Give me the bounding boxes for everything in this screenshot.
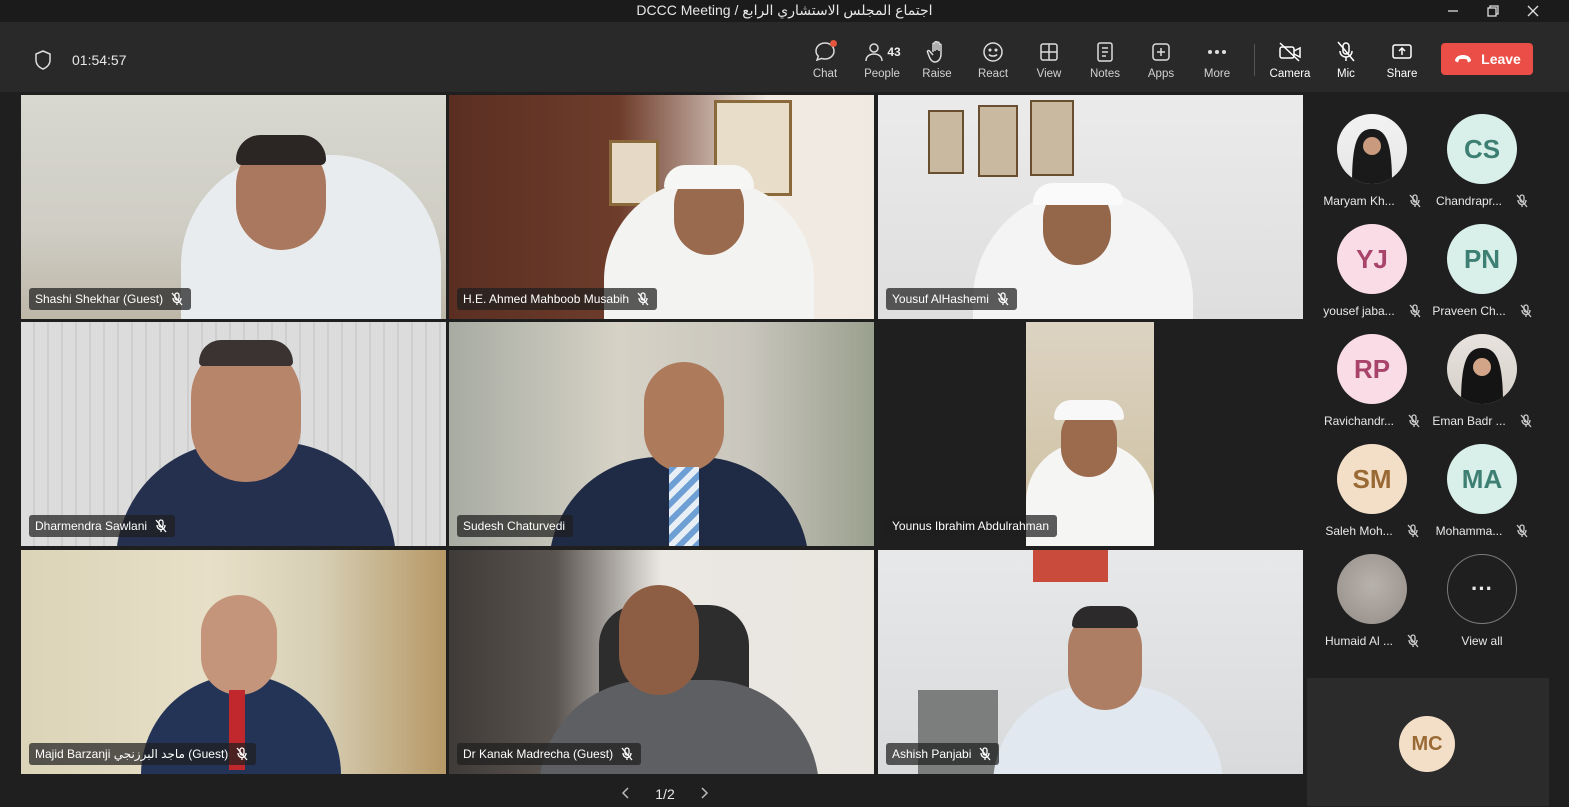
next-page-button[interactable] [700, 786, 710, 803]
video-tile[interactable]: H.E. Ahmed Mahboob Musabih [449, 95, 874, 319]
mic-muted-icon [236, 747, 248, 761]
avatar: MA [1447, 444, 1517, 514]
mic-muted-icon [1409, 194, 1421, 208]
avatar: RP [1337, 334, 1407, 404]
more-button[interactable]: More [1191, 38, 1243, 86]
restore-icon[interactable] [1473, 0, 1513, 22]
minimize-icon[interactable] [1433, 0, 1473, 22]
video-tile[interactable]: Shashi Shekhar (Guest) [21, 95, 446, 319]
camera-button[interactable]: Camera [1264, 38, 1316, 86]
people-count: 43 [887, 45, 901, 59]
self-video-preview: MC [1307, 678, 1549, 806]
mic-muted-icon [621, 747, 633, 761]
avatar [1337, 114, 1407, 184]
mic-muted-icon [155, 519, 167, 533]
page-navigator: 1/2 [620, 784, 710, 804]
roster-participant[interactable]: YJ yousef jaba... [1317, 224, 1427, 328]
participant-name-tag: Ashish Panjabi [886, 743, 1000, 765]
mic-muted-icon [1407, 634, 1419, 648]
participant-name-tag: Shashi Shekhar (Guest) [29, 288, 192, 310]
roster-participant[interactable]: SM Saleh Moh... [1317, 444, 1427, 548]
toolbar-divider [1254, 44, 1255, 76]
chevron-left-icon [621, 786, 629, 799]
mic-muted-icon [1516, 194, 1528, 208]
smiley-icon [983, 42, 1003, 62]
avatar: CS [1447, 114, 1517, 184]
video-tile[interactable]: Dharmendra Sawlani [21, 322, 446, 546]
meeting-timer: 01:54:57 [72, 52, 127, 68]
share-button[interactable]: Share [1376, 38, 1428, 86]
mic-off-icon [1337, 41, 1355, 62]
view-button[interactable]: View [1023, 38, 1075, 86]
roster-participant[interactable]: PN Praveen Ch... [1427, 224, 1537, 328]
avatar: PN [1447, 224, 1517, 294]
ellipsis-icon: ··· [1447, 554, 1517, 624]
avatar [1447, 334, 1517, 404]
avatar [1337, 554, 1407, 624]
video-tile[interactable]: Yousuf AlHashemi [878, 95, 1303, 319]
participant-name-tag: Dharmendra Sawlani [29, 515, 176, 537]
mic-muted-icon [637, 292, 649, 306]
chat-button[interactable]: Chat [799, 38, 851, 86]
share-screen-icon [1392, 44, 1412, 59]
roster-participant[interactable]: MA Mohamma... [1427, 444, 1537, 548]
mic-muted-icon [979, 747, 991, 761]
shield-icon[interactable] [34, 50, 52, 75]
avatar: YJ [1337, 224, 1407, 294]
video-tile[interactable]: Majid Barzanji ماجد البرزنجي (Guest) [21, 550, 446, 774]
self-avatar: MC [1399, 716, 1455, 772]
mic-muted-icon [1408, 414, 1420, 428]
participant-name-tag: Majid Barzanji ماجد البرزنجي (Guest) [29, 743, 257, 765]
roster-participant[interactable]: CS Chandrapr... [1427, 114, 1537, 218]
video-tile[interactable]: Dr Kanak Madrecha (Guest) [449, 550, 874, 774]
view-all-button[interactable]: ··· View all [1427, 554, 1537, 658]
roster-participant[interactable]: Humaid Al ... [1317, 554, 1427, 658]
video-tile[interactable]: Sudesh Chaturvedi [449, 322, 874, 546]
camera-off-icon [1279, 42, 1301, 62]
mic-muted-icon [1407, 524, 1419, 538]
participant-name-tag: Dr Kanak Madrecha (Guest) [457, 743, 642, 765]
hand-icon [926, 40, 942, 63]
mic-muted-icon [1520, 304, 1532, 318]
roster-participant[interactable]: RP Ravichandr... [1317, 334, 1427, 438]
mic-button[interactable]: Mic [1320, 38, 1372, 86]
previous-page-button[interactable] [620, 786, 630, 803]
avatar: SM [1337, 444, 1407, 514]
ellipsis-icon [1207, 49, 1227, 55]
participant-name-tag: Yousuf AlHashemi [886, 288, 1017, 310]
close-icon[interactable] [1513, 0, 1553, 22]
mic-muted-icon [1409, 304, 1421, 318]
participant-name-tag: Younus Ibrahim Abdulrahman [886, 515, 1057, 537]
chevron-right-icon [701, 786, 709, 799]
grid-view-icon [1040, 43, 1058, 61]
react-button[interactable]: React [967, 38, 1019, 86]
meeting-toolbar: 01:54:57 Chat 43 People Raise React View… [0, 22, 1569, 92]
window-title-bar: DCCC Meeting / اجتماع المجلس الاستشاري ا… [0, 0, 1569, 22]
apps-plus-icon [1152, 43, 1170, 61]
participant-roster: Maryam Kh... CS Chandrapr... YJ yousef j… [1307, 94, 1549, 676]
leave-button[interactable]: Leave [1441, 43, 1533, 75]
page-indicator: 1/2 [655, 786, 675, 802]
notes-button[interactable]: Notes [1079, 38, 1131, 86]
video-tile[interactable]: Ashish Panjabi [878, 550, 1303, 774]
phone-hangup-icon [1455, 55, 1472, 63]
participant-name-tag: Sudesh Chaturvedi [457, 515, 574, 537]
mic-muted-icon [997, 292, 1009, 306]
chat-unread-badge [830, 40, 837, 47]
video-tile[interactable]: Younus Ibrahim Abdulrahman [878, 322, 1303, 546]
participant-name-tag: H.E. Ahmed Mahboob Musabih [457, 288, 658, 310]
people-button[interactable]: 43 People [856, 38, 908, 86]
raise-hand-button[interactable]: Raise [911, 38, 963, 86]
people-icon [865, 43, 884, 62]
mic-muted-icon [1516, 524, 1528, 538]
mic-muted-icon [171, 292, 183, 306]
roster-participant[interactable]: Maryam Kh... [1317, 114, 1427, 218]
notes-icon [1097, 42, 1113, 62]
roster-participant[interactable]: Eman Badr ... [1427, 334, 1537, 438]
window-title: DCCC Meeting / اجتماع المجلس الاستشاري ا… [636, 2, 933, 18]
apps-button[interactable]: Apps [1135, 38, 1187, 86]
mic-muted-icon [1520, 414, 1532, 428]
